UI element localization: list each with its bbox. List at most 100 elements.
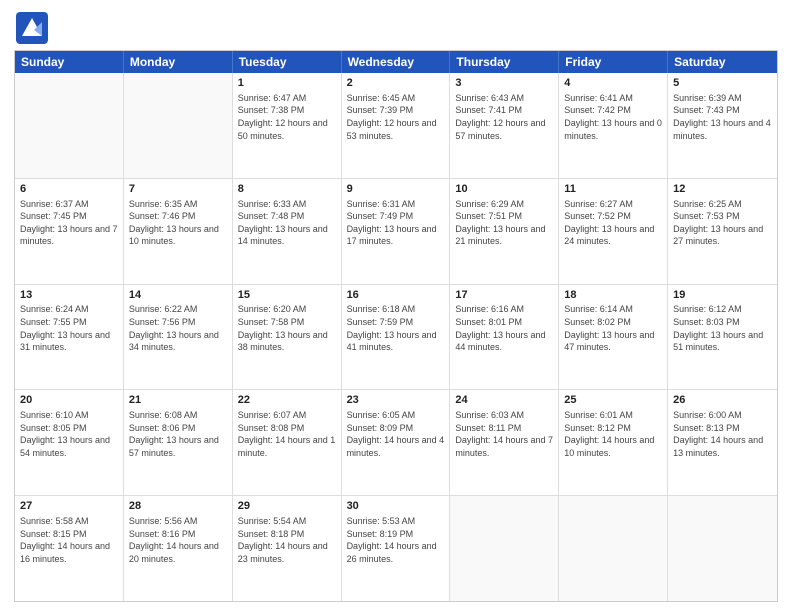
- day-cell-26: 26Sunrise: 6:00 AM Sunset: 8:13 PM Dayli…: [668, 390, 777, 495]
- day-cell-7: 7Sunrise: 6:35 AM Sunset: 7:46 PM Daylig…: [124, 179, 233, 284]
- header-day-friday: Friday: [559, 51, 668, 73]
- day-info: Sunrise: 6:10 AM Sunset: 8:05 PM Dayligh…: [20, 409, 118, 459]
- day-cell-13: 13Sunrise: 6:24 AM Sunset: 7:55 PM Dayli…: [15, 285, 124, 390]
- header-day-sunday: Sunday: [15, 51, 124, 73]
- day-info: Sunrise: 6:07 AM Sunset: 8:08 PM Dayligh…: [238, 409, 336, 459]
- day-number: 14: [129, 288, 227, 303]
- day-info: Sunrise: 6:22 AM Sunset: 7:56 PM Dayligh…: [129, 303, 227, 353]
- day-cell-27: 27Sunrise: 5:58 AM Sunset: 8:15 PM Dayli…: [15, 496, 124, 601]
- day-number: 5: [673, 76, 772, 91]
- day-info: Sunrise: 6:33 AM Sunset: 7:48 PM Dayligh…: [238, 198, 336, 248]
- day-cell-24: 24Sunrise: 6:03 AM Sunset: 8:11 PM Dayli…: [450, 390, 559, 495]
- day-number: 22: [238, 393, 336, 408]
- day-cell-3: 3Sunrise: 6:43 AM Sunset: 7:41 PM Daylig…: [450, 73, 559, 178]
- day-info: Sunrise: 6:43 AM Sunset: 7:41 PM Dayligh…: [455, 92, 553, 142]
- day-cell-17: 17Sunrise: 6:16 AM Sunset: 8:01 PM Dayli…: [450, 285, 559, 390]
- day-number: 11: [564, 182, 662, 197]
- day-cell-8: 8Sunrise: 6:33 AM Sunset: 7:48 PM Daylig…: [233, 179, 342, 284]
- day-cell-10: 10Sunrise: 6:29 AM Sunset: 7:51 PM Dayli…: [450, 179, 559, 284]
- day-number: 2: [347, 76, 445, 91]
- day-info: Sunrise: 6:31 AM Sunset: 7:49 PM Dayligh…: [347, 198, 445, 248]
- calendar-row-3: 20Sunrise: 6:10 AM Sunset: 8:05 PM Dayli…: [15, 389, 777, 495]
- day-info: Sunrise: 6:20 AM Sunset: 7:58 PM Dayligh…: [238, 303, 336, 353]
- day-info: Sunrise: 6:45 AM Sunset: 7:39 PM Dayligh…: [347, 92, 445, 142]
- day-cell-20: 20Sunrise: 6:10 AM Sunset: 8:05 PM Dayli…: [15, 390, 124, 495]
- day-info: Sunrise: 6:35 AM Sunset: 7:46 PM Dayligh…: [129, 198, 227, 248]
- day-number: 10: [455, 182, 553, 197]
- day-cell-1: 1Sunrise: 6:47 AM Sunset: 7:38 PM Daylig…: [233, 73, 342, 178]
- day-info: Sunrise: 6:18 AM Sunset: 7:59 PM Dayligh…: [347, 303, 445, 353]
- day-cell-29: 29Sunrise: 5:54 AM Sunset: 8:18 PM Dayli…: [233, 496, 342, 601]
- day-cell-22: 22Sunrise: 6:07 AM Sunset: 8:08 PM Dayli…: [233, 390, 342, 495]
- day-info: Sunrise: 6:37 AM Sunset: 7:45 PM Dayligh…: [20, 198, 118, 248]
- day-number: 20: [20, 393, 118, 408]
- day-number: 29: [238, 499, 336, 514]
- day-info: Sunrise: 6:01 AM Sunset: 8:12 PM Dayligh…: [564, 409, 662, 459]
- day-cell-14: 14Sunrise: 6:22 AM Sunset: 7:56 PM Dayli…: [124, 285, 233, 390]
- day-cell-4: 4Sunrise: 6:41 AM Sunset: 7:42 PM Daylig…: [559, 73, 668, 178]
- header-day-wednesday: Wednesday: [342, 51, 451, 73]
- day-info: Sunrise: 6:27 AM Sunset: 7:52 PM Dayligh…: [564, 198, 662, 248]
- day-cell-25: 25Sunrise: 6:01 AM Sunset: 8:12 PM Dayli…: [559, 390, 668, 495]
- empty-cell: [15, 73, 124, 178]
- day-info: Sunrise: 6:14 AM Sunset: 8:02 PM Dayligh…: [564, 303, 662, 353]
- day-info: Sunrise: 6:39 AM Sunset: 7:43 PM Dayligh…: [673, 92, 772, 142]
- day-info: Sunrise: 6:25 AM Sunset: 7:53 PM Dayligh…: [673, 198, 772, 248]
- header-day-thursday: Thursday: [450, 51, 559, 73]
- day-cell-5: 5Sunrise: 6:39 AM Sunset: 7:43 PM Daylig…: [668, 73, 777, 178]
- day-cell-12: 12Sunrise: 6:25 AM Sunset: 7:53 PM Dayli…: [668, 179, 777, 284]
- empty-cell: [124, 73, 233, 178]
- header-day-tuesday: Tuesday: [233, 51, 342, 73]
- logo-icon: [14, 10, 50, 46]
- day-number: 16: [347, 288, 445, 303]
- calendar-row-0: 1Sunrise: 6:47 AM Sunset: 7:38 PM Daylig…: [15, 73, 777, 178]
- day-cell-23: 23Sunrise: 6:05 AM Sunset: 8:09 PM Dayli…: [342, 390, 451, 495]
- day-cell-2: 2Sunrise: 6:45 AM Sunset: 7:39 PM Daylig…: [342, 73, 451, 178]
- day-info: Sunrise: 6:12 AM Sunset: 8:03 PM Dayligh…: [673, 303, 772, 353]
- day-cell-30: 30Sunrise: 5:53 AM Sunset: 8:19 PM Dayli…: [342, 496, 451, 601]
- day-number: 26: [673, 393, 772, 408]
- day-cell-15: 15Sunrise: 6:20 AM Sunset: 7:58 PM Dayli…: [233, 285, 342, 390]
- day-number: 27: [20, 499, 118, 514]
- day-number: 19: [673, 288, 772, 303]
- day-number: 1: [238, 76, 336, 91]
- day-number: 30: [347, 499, 445, 514]
- day-number: 17: [455, 288, 553, 303]
- day-info: Sunrise: 5:58 AM Sunset: 8:15 PM Dayligh…: [20, 515, 118, 565]
- page: SundayMondayTuesdayWednesdayThursdayFrid…: [0, 0, 792, 612]
- header-day-monday: Monday: [124, 51, 233, 73]
- empty-cell: [559, 496, 668, 601]
- day-number: 9: [347, 182, 445, 197]
- day-info: Sunrise: 5:54 AM Sunset: 8:18 PM Dayligh…: [238, 515, 336, 565]
- day-cell-11: 11Sunrise: 6:27 AM Sunset: 7:52 PM Dayli…: [559, 179, 668, 284]
- day-cell-9: 9Sunrise: 6:31 AM Sunset: 7:49 PM Daylig…: [342, 179, 451, 284]
- calendar-row-4: 27Sunrise: 5:58 AM Sunset: 8:15 PM Dayli…: [15, 495, 777, 601]
- day-cell-21: 21Sunrise: 6:08 AM Sunset: 8:06 PM Dayli…: [124, 390, 233, 495]
- day-info: Sunrise: 6:47 AM Sunset: 7:38 PM Dayligh…: [238, 92, 336, 142]
- day-info: Sunrise: 6:05 AM Sunset: 8:09 PM Dayligh…: [347, 409, 445, 459]
- day-info: Sunrise: 6:41 AM Sunset: 7:42 PM Dayligh…: [564, 92, 662, 142]
- day-cell-19: 19Sunrise: 6:12 AM Sunset: 8:03 PM Dayli…: [668, 285, 777, 390]
- empty-cell: [450, 496, 559, 601]
- calendar-row-1: 6Sunrise: 6:37 AM Sunset: 7:45 PM Daylig…: [15, 178, 777, 284]
- logo: [14, 10, 54, 46]
- calendar-row-2: 13Sunrise: 6:24 AM Sunset: 7:55 PM Dayli…: [15, 284, 777, 390]
- day-number: 13: [20, 288, 118, 303]
- day-info: Sunrise: 6:24 AM Sunset: 7:55 PM Dayligh…: [20, 303, 118, 353]
- day-number: 3: [455, 76, 553, 91]
- day-number: 21: [129, 393, 227, 408]
- calendar-body: 1Sunrise: 6:47 AM Sunset: 7:38 PM Daylig…: [15, 73, 777, 601]
- day-cell-6: 6Sunrise: 6:37 AM Sunset: 7:45 PM Daylig…: [15, 179, 124, 284]
- day-info: Sunrise: 5:56 AM Sunset: 8:16 PM Dayligh…: [129, 515, 227, 565]
- day-info: Sunrise: 6:08 AM Sunset: 8:06 PM Dayligh…: [129, 409, 227, 459]
- day-number: 25: [564, 393, 662, 408]
- day-cell-18: 18Sunrise: 6:14 AM Sunset: 8:02 PM Dayli…: [559, 285, 668, 390]
- day-info: Sunrise: 6:29 AM Sunset: 7:51 PM Dayligh…: [455, 198, 553, 248]
- day-number: 15: [238, 288, 336, 303]
- day-number: 8: [238, 182, 336, 197]
- day-number: 24: [455, 393, 553, 408]
- day-info: Sunrise: 6:03 AM Sunset: 8:11 PM Dayligh…: [455, 409, 553, 459]
- day-number: 4: [564, 76, 662, 91]
- day-number: 28: [129, 499, 227, 514]
- day-info: Sunrise: 6:16 AM Sunset: 8:01 PM Dayligh…: [455, 303, 553, 353]
